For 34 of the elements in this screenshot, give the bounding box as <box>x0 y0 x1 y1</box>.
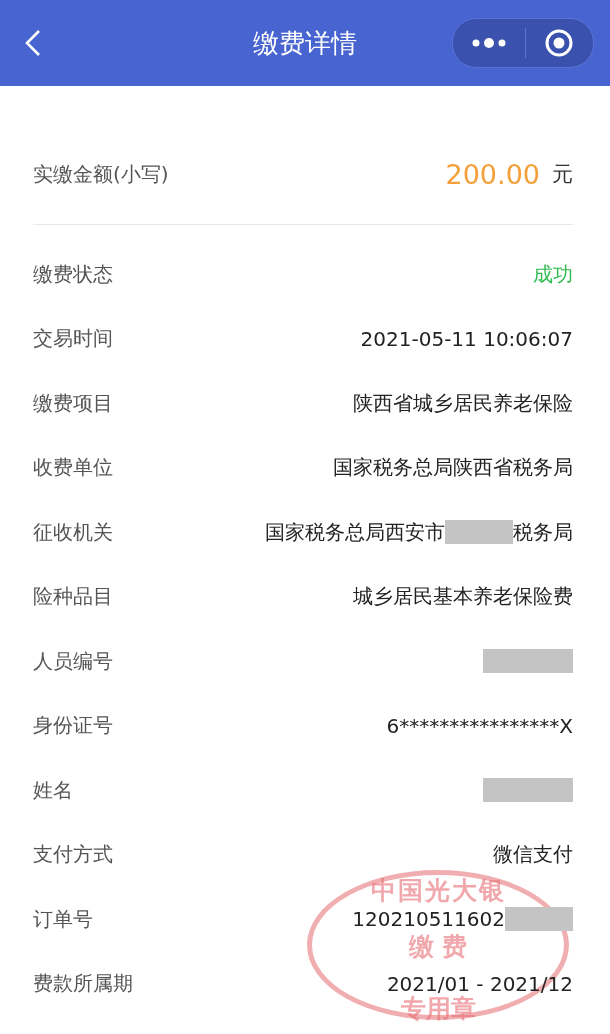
field-value: 6****************X <box>386 713 573 738</box>
field-value: 税务局 <box>513 518 573 546</box>
currency-unit: 元 <box>552 161 573 188</box>
back-icon[interactable] <box>24 29 42 57</box>
field-value: 2021/01 - 2021/12 <box>386 971 573 996</box>
field-label: 姓名 <box>33 776 73 804</box>
field-label: 征收机关 <box>33 518 113 546</box>
stamp-text: 缴 费 <box>408 934 468 959</box>
page-title: 缴费详情 <box>253 26 357 60</box>
field-value: 陕西省城乡居民养老保险 <box>353 389 573 417</box>
field-label: 订单号 <box>33 905 93 933</box>
field-label: 身份证号 <box>33 712 113 740</box>
field-label: 收费单位 <box>33 454 113 482</box>
field-label: 实缴金额(小写) <box>33 160 169 188</box>
field-value: 微信支付 <box>493 841 573 869</box>
field-label: 费款所属期 <box>33 970 133 998</box>
redaction-block <box>505 907 573 932</box>
close-icon[interactable] <box>544 28 575 58</box>
amount-value: 200.00 <box>445 158 540 190</box>
field-value: 国家税务总局陕西省税务局 <box>333 454 573 482</box>
field-label: 缴费状态 <box>33 260 113 288</box>
field-label: 缴费项目 <box>33 389 113 417</box>
redaction-block <box>445 520 513 545</box>
field-value: 120210511602 <box>352 907 505 932</box>
status-text: 成功 <box>533 260 573 288</box>
field-label: 人员编号 <box>33 647 113 675</box>
field-label: 险种品目 <box>33 583 113 611</box>
field-value: 城乡居民基本养老保险费 <box>353 583 573 611</box>
field-value: 2021-05-11 10:06:07 <box>360 326 573 351</box>
stamp-text: 中国光大银 <box>370 878 506 903</box>
field-label: 交易时间 <box>33 325 113 353</box>
field-label: 支付方式 <box>33 841 113 869</box>
field-value: 国家税务总局西安市 <box>265 518 445 546</box>
more-icon[interactable] <box>471 37 506 49</box>
